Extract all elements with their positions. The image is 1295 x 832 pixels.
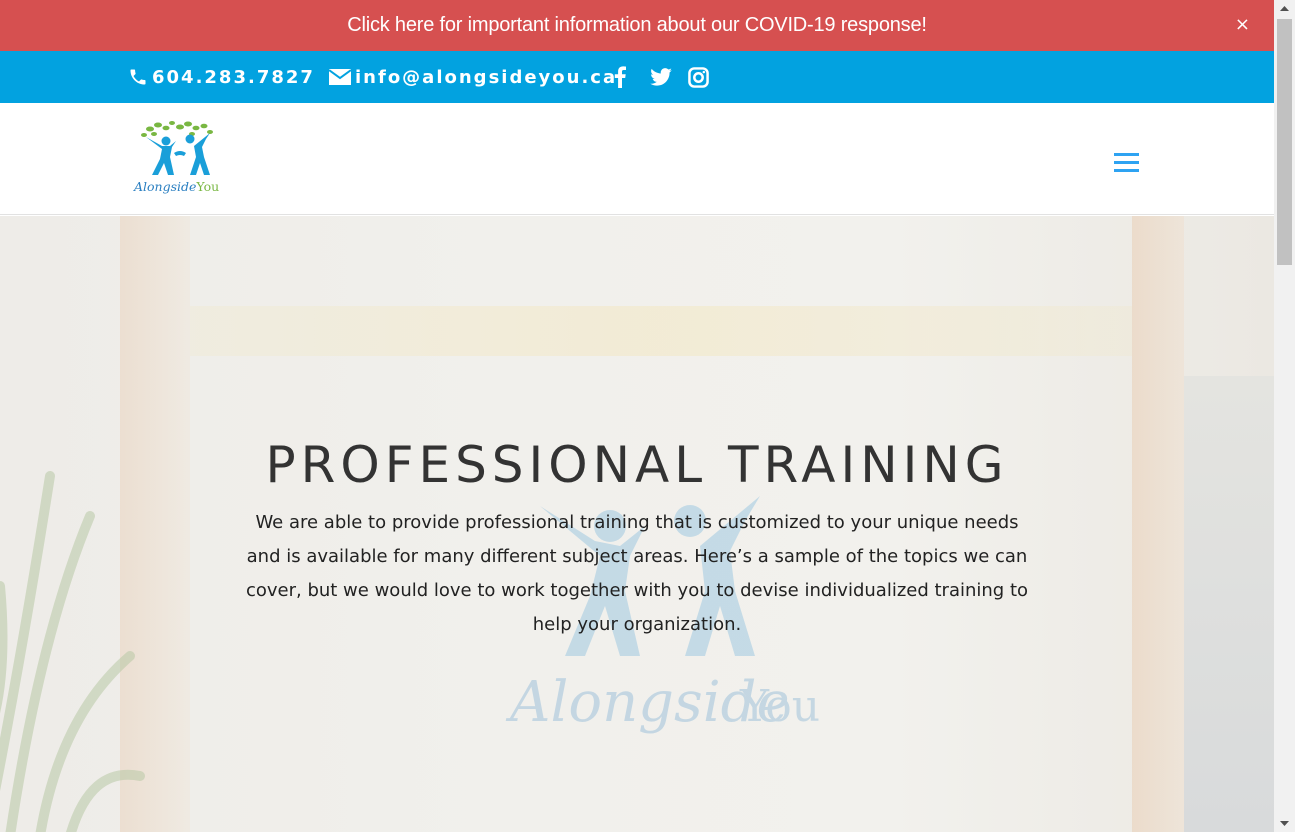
phone-link[interactable]: 604.283.7827 [128, 51, 315, 103]
facebook-icon [614, 66, 626, 88]
instagram-icon [688, 66, 709, 88]
hamburger-menu-icon[interactable] [1114, 153, 1139, 173]
scroll-down-arrow-icon[interactable] [1274, 815, 1295, 832]
logo-wordmark: AlongsideYou [134, 179, 219, 194]
facebook-link[interactable] [614, 51, 626, 103]
scrollbar-thumb[interactable] [1277, 19, 1292, 265]
covid-announcement-link[interactable]: Click here for important information abo… [347, 14, 927, 37]
hero-background-frame-right [1132, 216, 1184, 832]
twitter-link[interactable] [650, 51, 672, 103]
logo-figures-icon [141, 121, 213, 175]
hero-section: Alongside You PROFESSIONAL TRAINING We a… [0, 216, 1274, 832]
logo-word-alongside: Alongside [134, 179, 197, 194]
site-logo[interactable]: AlongsideYou [132, 119, 224, 201]
top-contact-bar: 604.283.7827 info@alongsideyou.ca [0, 51, 1274, 103]
envelope-icon [329, 69, 351, 85]
covid-announcement-bar[interactable]: Click here for important information abo… [0, 0, 1274, 51]
twitter-icon [650, 68, 672, 86]
instagram-link[interactable] [688, 51, 709, 103]
phone-number: 604.283.7827 [152, 66, 315, 88]
close-icon[interactable]: × [1235, 14, 1250, 36]
page-title: PROFESSIONAL TRAINING [265, 436, 1009, 494]
hero-description: We are able to provide professional trai… [245, 512, 1029, 635]
scroll-up-arrow-icon[interactable] [1274, 0, 1295, 17]
email-address: info@alongsideyou.ca [355, 66, 618, 88]
site-header: AlongsideYou [0, 103, 1274, 215]
svg-text:You: You [739, 681, 820, 732]
logo-word-you: You [196, 179, 220, 194]
email-link[interactable]: info@alongsideyou.ca [329, 51, 617, 103]
browser-viewport: Click here for important information abo… [0, 0, 1274, 832]
plant-leaves-image [0, 471, 145, 832]
vertical-scrollbar[interactable] [1274, 0, 1295, 832]
hero-background-band [190, 306, 1132, 356]
phone-icon [130, 69, 146, 85]
